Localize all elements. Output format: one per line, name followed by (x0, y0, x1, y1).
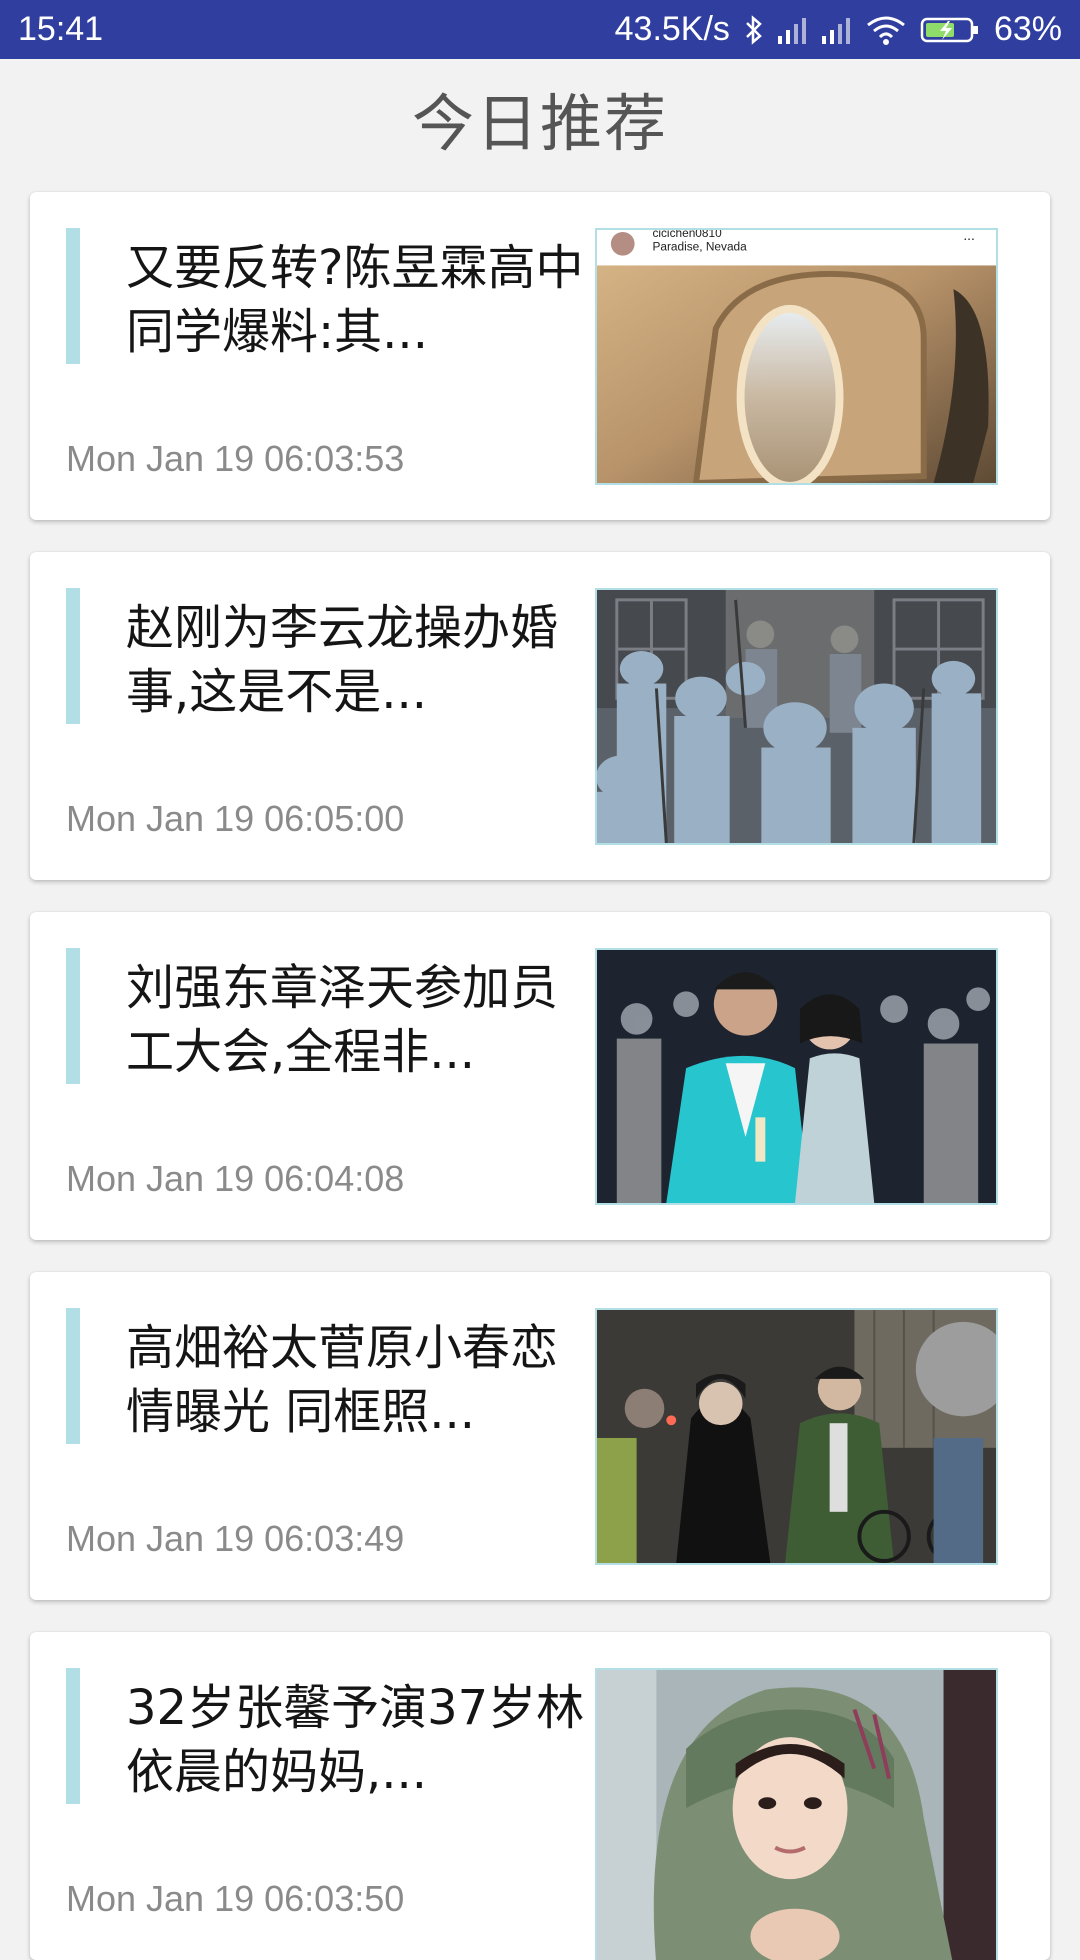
thumb-more: ... (963, 230, 975, 243)
thumb-location: Paradise, Nevada (652, 240, 747, 254)
article-thumbnail: cicichen0810 Paradise, Nevada ... (595, 228, 998, 485)
page-title: 今日推荐 (411, 87, 668, 160)
article-card[interactable]: 32岁张馨予演37岁林依晨的妈妈,... Mon Jan 19 06:03:50 (30, 1632, 1050, 1960)
article-title: 刘强东章泽天参加员工大会,全程非... (126, 960, 559, 1080)
article-title: 高畑裕太菅原小春恋情曝光 同框照... (126, 1320, 559, 1440)
airplane-window-image: cicichen0810 Paradise, Nevada ... (597, 230, 996, 483)
article-title: 又要反转?陈昱霖高中同学爆料:其... (126, 240, 584, 360)
article-card[interactable]: 刘强东章泽天参加员工大会,全程非... Mon Jan 19 06:04:08 (30, 912, 1050, 1240)
article-thumbnail (595, 948, 998, 1205)
accent-bar (66, 1308, 80, 1444)
bluetooth-icon (744, 14, 764, 46)
street-couple-image (597, 1310, 996, 1563)
article-thumbnail (595, 1308, 998, 1565)
article-time: Mon Jan 19 06:03:53 (66, 438, 405, 479)
soldiers-image (597, 590, 996, 843)
battery-percent: 63% (993, 10, 1062, 48)
status-bar: 15:41 43.5K/s 63% (0, 0, 1080, 59)
article-card[interactable]: 高畑裕太菅原小春恋情曝光 同框照... Mon Jan 19 06:03:49 (30, 1272, 1050, 1600)
wifi-icon (866, 15, 906, 45)
article-title: 赵刚为李云龙操办婚事,这是不是... (126, 600, 559, 720)
couple-event-image (597, 950, 996, 1203)
article-thumbnail (595, 588, 998, 845)
article-time: Mon Jan 19 06:03:50 (66, 1878, 405, 1919)
thumb-username: cicichen0810 (652, 230, 722, 240)
signal-icon-2 (821, 16, 852, 44)
actress-image (597, 1670, 996, 1960)
page-header: 今日推荐 (0, 59, 1080, 189)
signal-icon-1 (777, 16, 808, 44)
accent-bar (66, 588, 80, 724)
accent-bar (66, 948, 80, 1084)
network-speed: 43.5K/s (614, 10, 730, 48)
accent-bar (66, 228, 80, 364)
status-time: 15:41 (18, 10, 104, 48)
article-thumbnail (595, 1668, 998, 1960)
accent-bar (66, 1668, 80, 1804)
article-card[interactable]: 又要反转?陈昱霖高中同学爆料:其... Mon Jan 19 06:03:53 (30, 192, 1050, 520)
battery-icon (920, 15, 980, 45)
article-card[interactable]: 赵刚为李云龙操办婚事,这是不是... Mon Jan 19 06:05:00 (30, 552, 1050, 880)
article-time: Mon Jan 19 06:03:49 (66, 1518, 405, 1559)
article-title: 32岁张馨予演37岁林依晨的妈妈,... (126, 1680, 585, 1800)
article-time: Mon Jan 19 06:05:00 (66, 798, 405, 839)
status-icons: 43.5K/s 63% (615, 0, 1062, 59)
article-time: Mon Jan 19 06:04:08 (66, 1158, 405, 1199)
